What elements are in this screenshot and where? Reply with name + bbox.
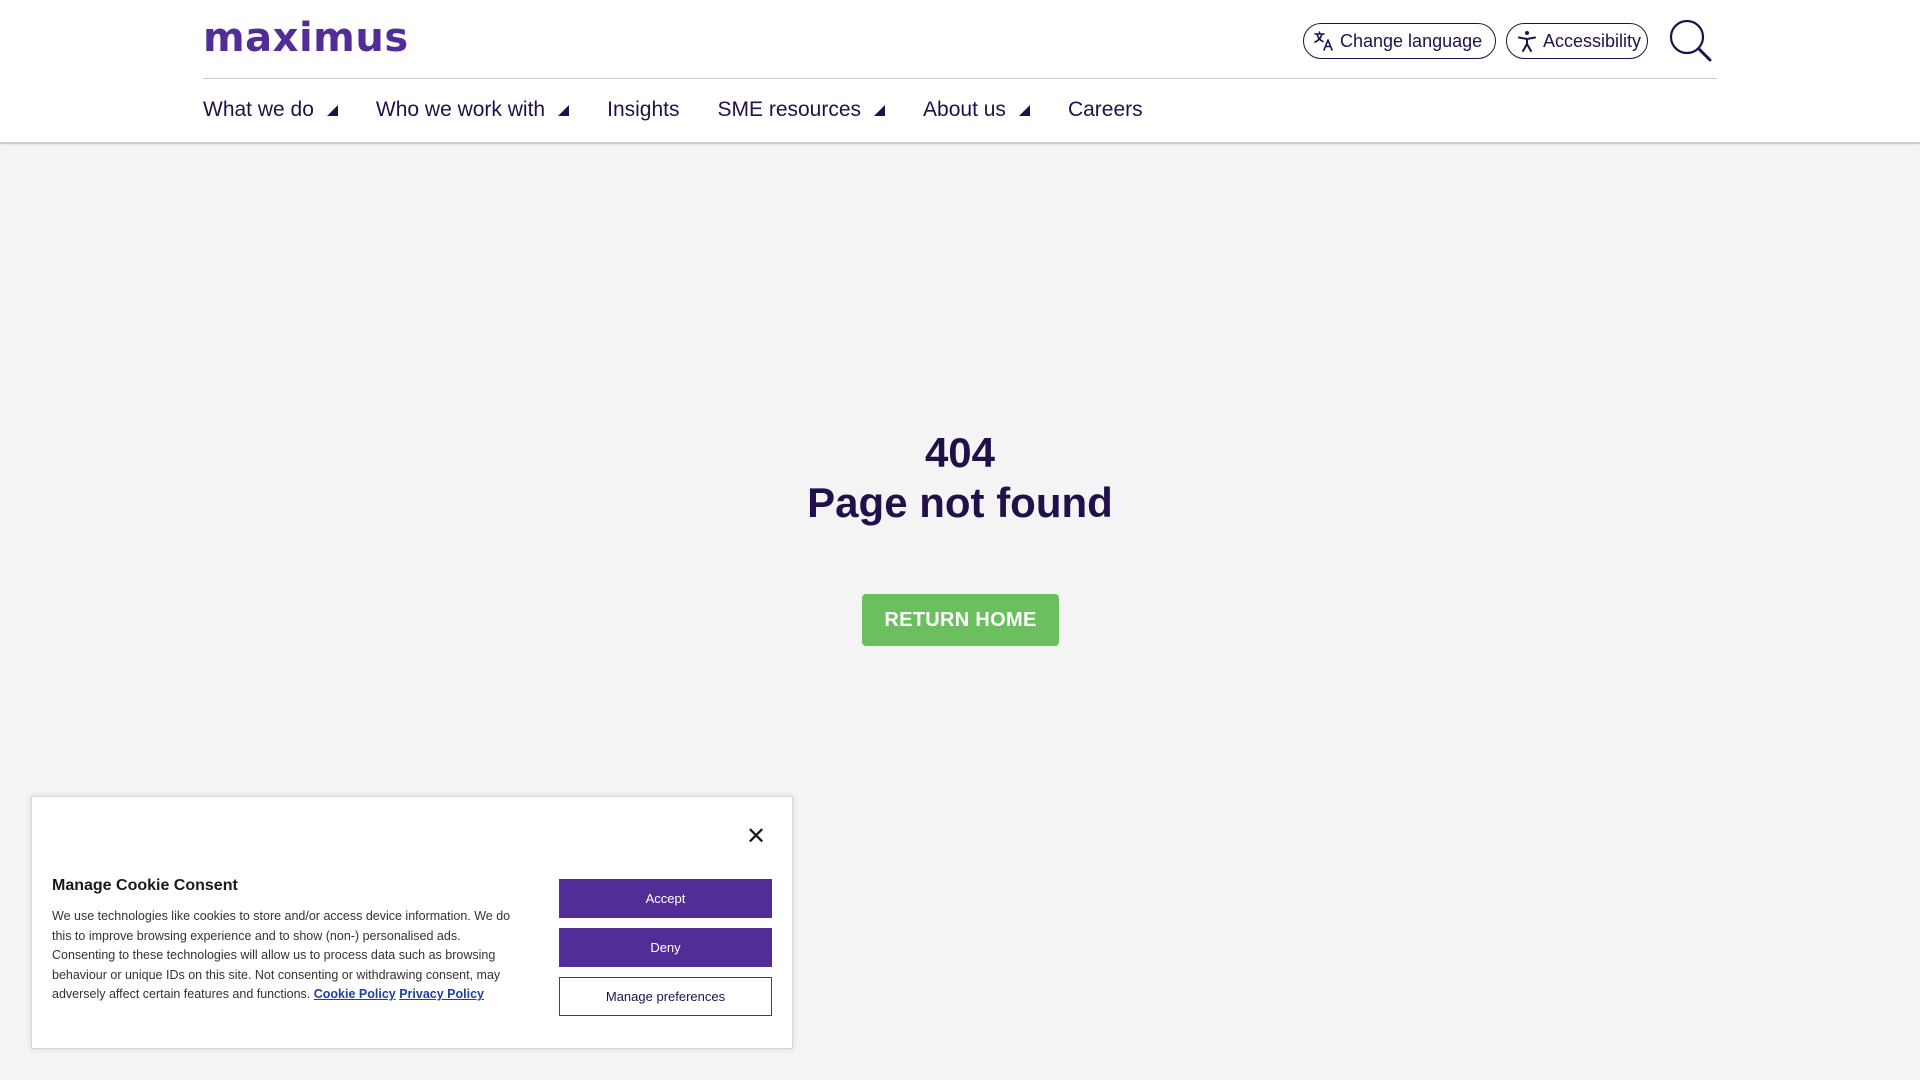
site-header: maximus Change language Accessibility Wh… <box>0 0 1920 144</box>
search-button[interactable] <box>1668 18 1714 64</box>
return-home-button[interactable]: RETURN HOME <box>862 594 1059 646</box>
caret-icon <box>326 104 338 116</box>
caret-icon <box>1018 104 1030 116</box>
error-code: 404 <box>924 429 996 476</box>
nav-item-who-we-work-with[interactable]: Who we work with <box>375 98 570 122</box>
cookie-description: We use technologies like cookies to stor… <box>52 907 522 1005</box>
nav-item-insights[interactable]: Insights <box>607 98 679 122</box>
main-nav: What we do Who we work with Insights SME… <box>203 92 1181 128</box>
nav-item-sme-resources[interactable]: SME resources <box>717 98 886 122</box>
cookie-title: Manage Cookie Consent <box>52 877 238 894</box>
nav-item-what-we-do[interactable]: What we do <box>203 98 338 122</box>
nav-item-label: Careers <box>1067 98 1143 121</box>
change-language-button[interactable]: Change language <box>1303 23 1496 59</box>
nav-item-label: Insights <box>607 98 680 121</box>
accept-button[interactable]: Accept <box>559 879 772 918</box>
cookie-consent-dialog: ✕ Manage Cookie Consent We use technolog… <box>31 796 793 1049</box>
nav-item-label: About us <box>923 98 1006 121</box>
error-message: Page not found <box>807 479 1113 526</box>
nav-item-careers[interactable]: Careers <box>1068 98 1143 122</box>
nav-item-about-us[interactable]: About us <box>923 98 1030 122</box>
error-heading: 404 Page not found <box>0 428 1920 528</box>
accessibility-icon <box>1515 29 1539 53</box>
nav-item-label: Who we work with <box>375 98 546 121</box>
maximus-logo[interactable]: maximus <box>203 18 409 58</box>
privacy-policy-link[interactable]: Privacy Policy <box>399 987 484 1001</box>
caret-icon <box>558 104 570 116</box>
translate-icon <box>1312 29 1336 53</box>
caret-icon <box>874 104 886 116</box>
nav-item-label: What we do <box>203 98 314 121</box>
accessibility-label: Accessibility <box>1543 30 1642 51</box>
manage-preferences-button[interactable]: Manage preferences <box>559 977 772 1016</box>
nav-item-label: SME resources <box>717 98 862 121</box>
cookie-policy-link[interactable]: Cookie Policy <box>314 987 396 1001</box>
header-divider <box>203 78 1717 79</box>
deny-button[interactable]: Deny <box>559 928 772 967</box>
change-language-label: Change language <box>1340 30 1483 51</box>
close-icon[interactable]: ✕ <box>744 825 768 849</box>
accessibility-button[interactable]: Accessibility <box>1506 23 1648 59</box>
search-icon <box>1669 19 1712 62</box>
